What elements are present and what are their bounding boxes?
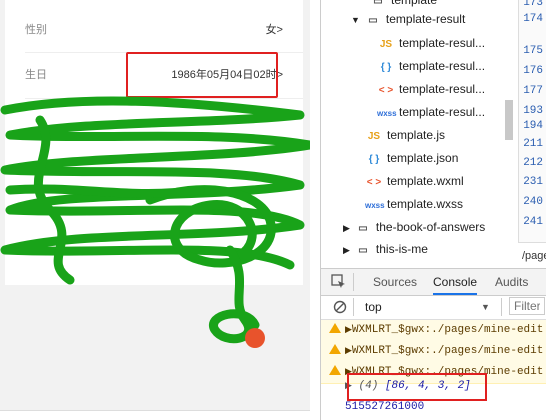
tab-separator: [353, 273, 354, 291]
caret-down-icon: ▼: [351, 15, 360, 25]
warning-icon: [329, 365, 341, 375]
line-number: 211: [523, 138, 543, 150]
tree-file-label: template.js: [387, 128, 446, 142]
tree-scrollbar[interactable]: [505, 100, 513, 140]
console-filter-input[interactable]: [509, 297, 545, 315]
line-number: 231: [523, 176, 543, 188]
inspect-element-icon[interactable]: [331, 274, 347, 290]
line-number: 241: [523, 216, 543, 228]
wxml-file-icon: < >: [366, 177, 382, 188]
tree-file-label: template.wxss: [387, 197, 464, 211]
console-message: WXMLRT_$gwx:./pages/mine-edit: [351, 345, 544, 357]
tree-file[interactable]: { } template.json: [365, 147, 459, 169]
toolbar-separator: [501, 298, 502, 316]
caret-right-icon: ▶: [343, 223, 350, 233]
tree-file-label: template-resul...: [399, 59, 486, 73]
warning-icon: [329, 344, 341, 354]
tree-file[interactable]: wxss template.wxss: [365, 193, 463, 215]
json-file-icon: { }: [380, 62, 392, 73]
tree-file-label: template-resul...: [399, 82, 486, 96]
clear-console-icon[interactable]: [333, 300, 347, 314]
line-number: 193: [523, 105, 543, 117]
tree-folder[interactable]: ▶ ▭ this-is-me: [343, 238, 428, 260]
wxss-file-icon: wxss: [377, 109, 397, 118]
tree-file-label: template-resul...: [399, 105, 486, 119]
devtools-tabbar: Sources Console Audits: [321, 268, 546, 296]
line-number: 174: [523, 13, 543, 25]
simulator-panel: 性别 女> 生日 1986年05月04日02时>: [0, 0, 310, 420]
line-number: 177: [523, 85, 543, 97]
tree-file[interactable]: < > template.wxml: [365, 170, 464, 192]
tree-file[interactable]: JS template-resul...: [377, 32, 485, 54]
tree-file-label: template-resul...: [399, 36, 486, 50]
wxml-file-icon: < >: [378, 85, 394, 96]
tree-folder-label: the-book-of-answers: [375, 220, 486, 234]
gender-row[interactable]: 性别 女>: [25, 8, 283, 52]
console-number-output: 515527261000: [345, 401, 425, 413]
json-file-icon: { }: [368, 154, 380, 165]
tree-folder-label: template-result: [385, 12, 466, 26]
tree-file[interactable]: wxss template-resul...: [377, 101, 485, 123]
tab-sources[interactable]: Sources: [373, 269, 417, 295]
folder-icon: ▭: [358, 245, 368, 256]
folder-icon: ▭: [358, 223, 368, 234]
warning-icon: [329, 323, 341, 333]
simulator-bottom-bar: [0, 410, 310, 420]
context-dropdown-icon[interactable]: ▼: [481, 295, 490, 319]
wxss-file-icon: wxss: [365, 201, 385, 210]
line-number: 176: [523, 65, 543, 77]
line-number: 212: [523, 157, 543, 169]
tree-folder-template-result[interactable]: ▼ ▭ template-result: [351, 8, 465, 30]
file-tree: ▭ template ▼ ▭ template-result JS template-r…: [321, 0, 517, 268]
console-warning[interactable]: ▶WXMLRT_$gwx:./pages/mine-edit: [321, 341, 546, 363]
tree-file-label: template.wxml: [387, 174, 464, 188]
js-file-icon: JS: [367, 131, 381, 142]
line-number: 175: [523, 45, 543, 57]
editor-gutter: 173 174 175 176 177 193 194 211 212 231 …: [518, 0, 546, 242]
toolbar-separator: [353, 298, 354, 316]
tree-folder-label: template: [391, 0, 438, 7]
tree-file[interactable]: JS template.js: [365, 124, 445, 146]
line-number: 173: [523, 0, 543, 9]
gender-label: 性别: [25, 24, 47, 36]
editor-path-bar: /page: [518, 242, 546, 268]
tree-folder-label: this-is-me: [375, 242, 428, 256]
tree-file[interactable]: < > template-resul...: [377, 78, 485, 100]
folder-open-icon: ▭: [368, 15, 378, 26]
console-toolbar: top ▼: [321, 295, 546, 320]
expand-arrow-icon[interactable]: ▶: [345, 346, 352, 356]
devtools-panel: ▭ template ▼ ▭ template-result JS template-r…: [321, 0, 546, 420]
green-scribble-redaction: [0, 96, 310, 348]
js-file-icon: JS: [379, 39, 393, 50]
line-number: 240: [523, 196, 543, 208]
console-message: WXMLRT_$gwx:./pages/mine-edit: [351, 324, 544, 336]
line-number: 194: [523, 120, 543, 132]
tab-console[interactable]: Console: [433, 269, 478, 295]
tree-file-label: template.json: [387, 151, 459, 165]
tab-audits[interactable]: Audits: [495, 269, 528, 295]
gender-value[interactable]: 女>: [266, 8, 283, 52]
context-select[interactable]: top: [365, 295, 382, 319]
console-warning[interactable]: ▶WXMLRT_$gwx:./pages/mine-edit: [321, 320, 546, 342]
caret-right-icon: ▶: [343, 245, 350, 255]
tree-folder[interactable]: ▶ ▭ the-book-of-answers: [343, 216, 485, 238]
tree-file[interactable]: { } template-resul...: [377, 55, 485, 77]
expand-arrow-icon[interactable]: ▶: [345, 325, 352, 335]
